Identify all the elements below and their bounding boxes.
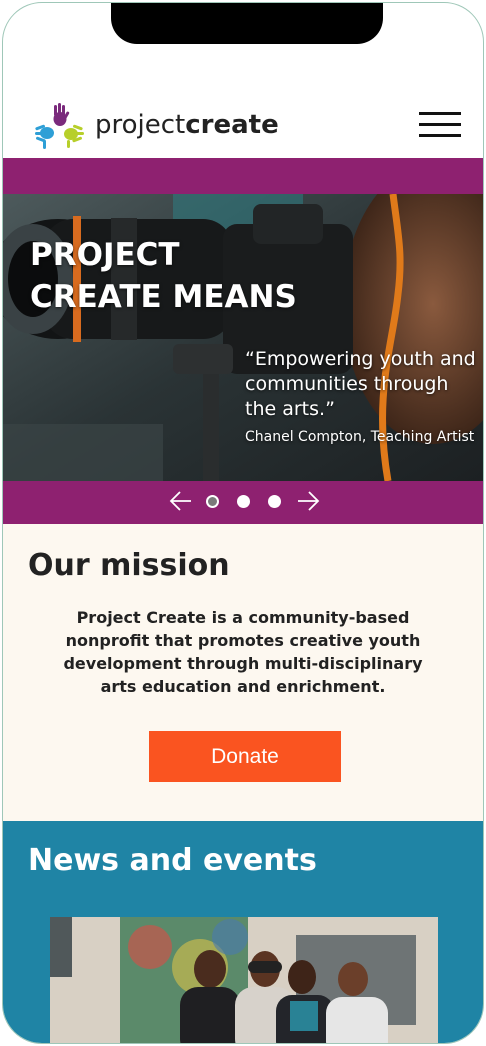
brand-bold: create [185, 110, 279, 140]
news-heading: News and events [28, 843, 317, 878]
hero-title: PROJECT CREATE MEANS [30, 237, 297, 315]
news-photo-image [50, 917, 438, 1043]
hero-quote: “Empowering youth and communities throug… [245, 348, 476, 420]
carousel-controls [3, 481, 483, 524]
news-photo[interactable] [50, 917, 438, 1043]
phone-frame: projectcreate PROJECT CREATE MEANS “Empo… [2, 2, 484, 1044]
arrow-right-icon[interactable] [296, 489, 320, 513]
hero-top-band [3, 158, 483, 194]
carousel-dot-2[interactable] [237, 495, 250, 508]
mission-section: Our mission Project Create is a communit… [3, 524, 483, 821]
hero-quote-author: Chanel Compton, Teaching Artist [245, 429, 475, 445]
mission-heading: Our mission [28, 548, 230, 583]
site-header: projectcreate [3, 98, 483, 158]
arrow-left-icon[interactable] [169, 489, 193, 513]
project-create-logo[interactable] [33, 102, 85, 150]
carousel-dot-1[interactable] [206, 495, 219, 508]
hero-slide: PROJECT CREATE MEANS “Empowering youth a… [3, 194, 483, 481]
mission-text: Project Create is a community-based nonp… [63, 608, 423, 696]
brand-wordmark[interactable]: projectcreate [95, 110, 279, 140]
news-section: News and events [3, 821, 483, 1043]
device-notch [111, 3, 383, 44]
hamburger-menu-icon[interactable] [419, 112, 461, 138]
donate-button[interactable]: Donate [149, 731, 341, 782]
brand-light: project [95, 110, 186, 140]
carousel-dot-3[interactable] [268, 495, 281, 508]
